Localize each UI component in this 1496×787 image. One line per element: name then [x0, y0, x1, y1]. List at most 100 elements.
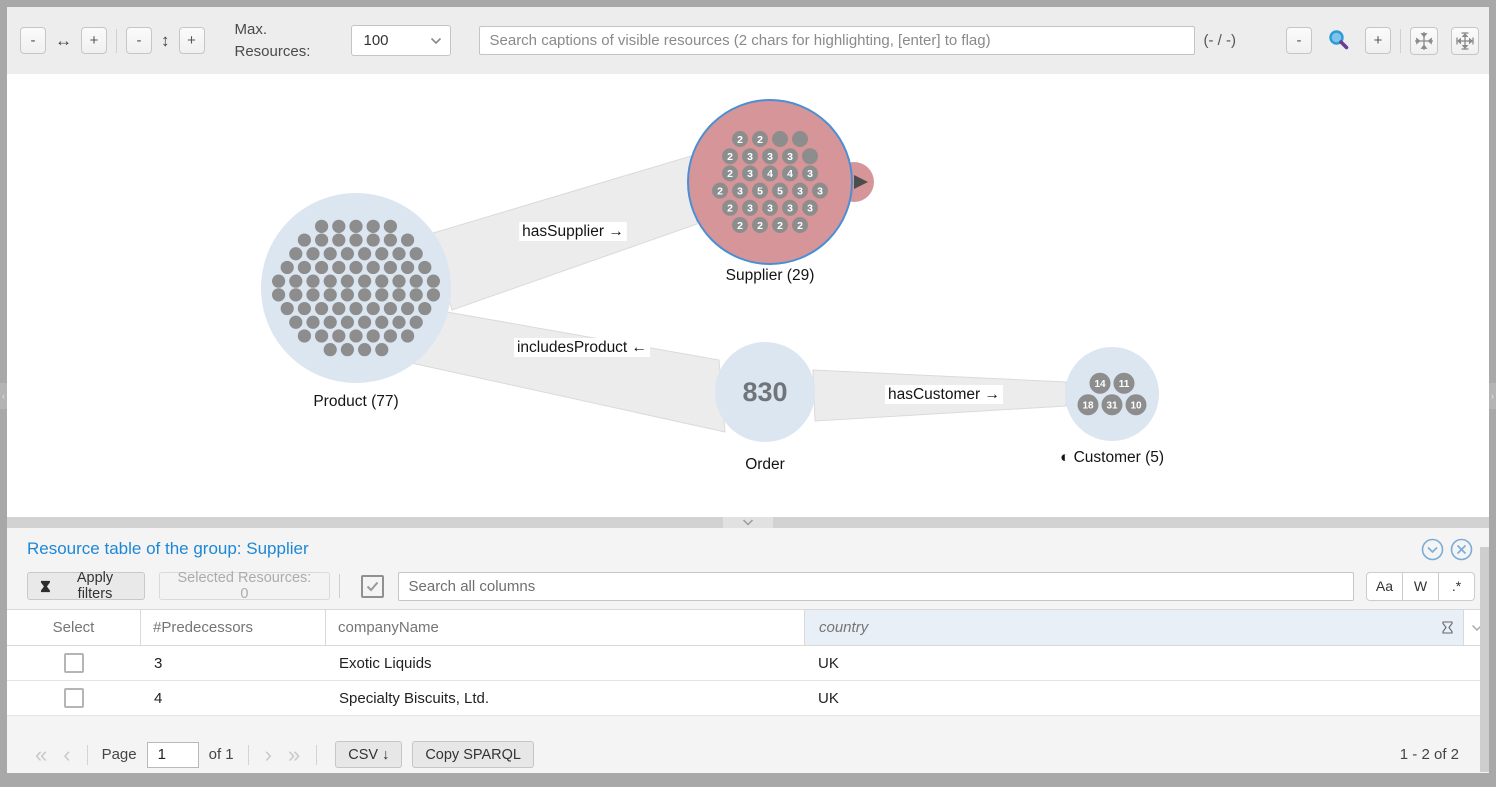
cell-companyname: Exotic Liquids [326, 655, 805, 672]
shrink-vertical-button[interactable]: - [126, 27, 152, 54]
node-label-product: Product (77) [313, 393, 398, 410]
edge-label-hasSupplier: hasSupplier → [522, 223, 624, 240]
svg-text:3: 3 [747, 151, 753, 163]
table-row[interactable]: 4 Specialty Biscuits, Ltd. UK [7, 681, 1489, 716]
svg-text:3: 3 [807, 203, 813, 215]
svg-text:2: 2 [797, 220, 803, 232]
graph-search-input[interactable] [479, 26, 1195, 55]
svg-text:3: 3 [737, 185, 743, 197]
zoom-controls: - + [1266, 27, 1479, 55]
cell-country: UK [805, 655, 1463, 672]
vertical-arrows-icon: ↕ [152, 31, 179, 51]
search-scope-checkbox[interactable] [361, 575, 384, 598]
page-label: Page [102, 746, 137, 763]
svg-text:2: 2 [777, 220, 783, 232]
max-resources-value: 100 [364, 32, 389, 49]
table-search-input[interactable] [398, 572, 1354, 601]
svg-text:2: 2 [757, 134, 763, 146]
panel-header: Resource table of the group: Supplier [7, 528, 1489, 570]
checkmark-icon [366, 581, 379, 592]
chevron-down-icon [742, 519, 754, 526]
right-resize-handle[interactable]: › [1489, 383, 1496, 409]
column-header-predecessors[interactable]: #Predecessors [141, 610, 326, 645]
cell-predecessors: 4 [141, 690, 326, 707]
table-row[interactable]: 3 Exotic Liquids UK [7, 646, 1489, 681]
first-page-button[interactable]: « [27, 744, 55, 766]
column-header-select[interactable]: Select [7, 610, 141, 645]
node-label-customer: ◐ Customer (5) [1060, 449, 1164, 466]
node-order[interactable]: 830 [715, 342, 815, 442]
cell-predecessors: 3 [141, 655, 326, 672]
node-product[interactable] [261, 193, 451, 383]
edge-includesProduct[interactable] [407, 312, 725, 432]
fit-expand-icon [1455, 31, 1475, 51]
zoom-in-button[interactable]: + [1365, 27, 1391, 54]
svg-text:18: 18 [1082, 400, 1094, 411]
collapse-panel-button[interactable] [1421, 538, 1444, 561]
resource-table-panel: Resource table of the group: Supplier [7, 528, 1489, 773]
copy-sparql-button[interactable]: Copy SPARQL [412, 741, 534, 768]
svg-text:3: 3 [787, 151, 793, 163]
apply-filters-label: Apply filters [58, 570, 132, 602]
panel-splitter[interactable] [7, 517, 1489, 528]
max-resources-label: Max. Resources: [235, 19, 321, 63]
resource-table: Select #Predecessors companyName country [7, 609, 1489, 716]
left-resize-handle[interactable]: ‹ [0, 383, 7, 409]
svg-text:3: 3 [787, 203, 793, 215]
footer-divider [87, 745, 88, 765]
svg-text:4: 4 [767, 168, 773, 180]
footer-divider [316, 745, 317, 765]
match-case-button[interactable]: Aa [1366, 572, 1403, 601]
last-page-button[interactable]: » [280, 744, 308, 766]
magnifier-icon[interactable] [1325, 29, 1352, 52]
node-supplier[interactable]: 22233323443235533233332222 [688, 100, 874, 264]
fit-to-screen-button[interactable] [1451, 27, 1479, 55]
svg-text:2: 2 [717, 185, 723, 197]
center-graph-button[interactable] [1410, 27, 1438, 55]
edge-label-hasCustomer: hasCustomer → [888, 386, 1000, 403]
graph-svg: 222333234432355332333322228301411183110h… [7, 74, 1489, 517]
collapse-panel-handle[interactable] [723, 517, 773, 528]
svg-text:2: 2 [757, 220, 763, 232]
cell-country: UK [805, 690, 1463, 707]
column-header-companyname[interactable]: companyName [326, 610, 805, 645]
selected-resources-button: Selected Resources: 0 [159, 572, 330, 600]
country-header-label: country [819, 619, 868, 636]
svg-text:4: 4 [787, 168, 793, 180]
filter-hourglass-icon [40, 580, 51, 593]
chevron-down-icon [430, 37, 442, 45]
row-checkbox[interactable] [64, 688, 84, 708]
svg-text:2: 2 [737, 220, 743, 232]
table-header-row: Select #Predecessors companyName country [7, 609, 1489, 646]
column-header-country[interactable]: country [805, 610, 1463, 645]
row-checkbox[interactable] [64, 653, 84, 673]
graph-canvas[interactable]: 222333234432355332333322228301411183110h… [7, 74, 1489, 517]
node-customer[interactable]: 1411183110 [1065, 347, 1159, 441]
search-options-group: Aa W .* [1366, 572, 1475, 601]
panel-scrollbar[interactable] [1480, 547, 1489, 772]
csv-download-button[interactable]: CSV ↓ [335, 741, 402, 768]
grow-horizontal-button[interactable]: + [81, 27, 107, 54]
window-frame: - ↔ + - ↕ + Max. Resources: 100 (- / -) … [0, 0, 1496, 787]
filter-hourglass-icon[interactable] [1442, 621, 1453, 634]
max-resources-select[interactable]: 100 [351, 25, 451, 56]
next-page-button[interactable]: › [257, 744, 280, 766]
close-circle-icon [1450, 538, 1473, 561]
close-panel-button[interactable] [1450, 538, 1473, 561]
whole-word-button[interactable]: W [1402, 572, 1439, 601]
zoom-out-button[interactable]: - [1286, 27, 1312, 54]
toolbar-divider [116, 29, 117, 53]
node-label-supplier: Supplier (29) [726, 267, 815, 284]
svg-text:2: 2 [727, 151, 733, 163]
prev-page-button[interactable]: ‹ [55, 744, 78, 766]
apply-filters-button[interactable]: Apply filters [27, 572, 145, 600]
search-match-count: (- / -) [1204, 32, 1236, 49]
svg-text:830: 830 [742, 377, 787, 407]
svg-text:5: 5 [777, 185, 783, 197]
shrink-horizontal-button[interactable]: - [20, 27, 46, 54]
page-number-input[interactable] [147, 742, 199, 768]
app-window: - ↔ + - ↕ + Max. Resources: 100 (- / -) … [7, 7, 1489, 773]
grow-vertical-button[interactable]: + [179, 27, 205, 54]
regex-button[interactable]: .* [1438, 572, 1475, 601]
svg-text:3: 3 [817, 185, 823, 197]
